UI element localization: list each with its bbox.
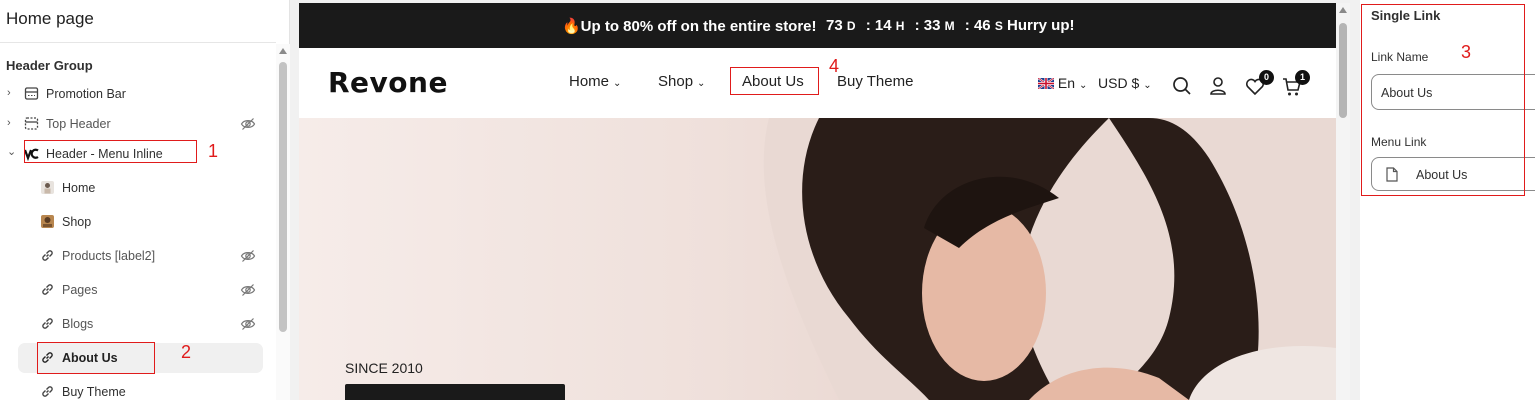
hero-headline-clip <box>345 384 565 400</box>
uk-flag-icon <box>1037 77 1055 90</box>
left-scrollbar[interactable] <box>276 44 290 400</box>
annotation-box-1 <box>24 140 197 163</box>
scroll-up-arrow-icon[interactable] <box>279 48 287 54</box>
tree-item-label: Pages <box>62 283 98 297</box>
countdown-sep: : <box>865 17 875 34</box>
chevron-down-icon: ⌄ <box>1079 80 1088 91</box>
eye-off-icon[interactable] <box>240 248 256 264</box>
link-icon <box>42 318 53 329</box>
wishlist-count-badge: 0 <box>1259 70 1274 85</box>
account-icon[interactable] <box>1209 76 1227 96</box>
cart-count-badge: 1 <box>1295 70 1310 85</box>
annotation-box-2 <box>37 342 155 374</box>
tree-item-pages[interactable]: Pages <box>0 275 276 305</box>
tree-item-shop[interactable]: Shop <box>0 207 276 237</box>
scroll-up-arrow-icon[interactable] <box>1339 7 1347 13</box>
eye-off-icon[interactable] <box>240 316 256 332</box>
language-label: En <box>1057 75 1076 91</box>
tree-item-promotion-bar[interactable]: › Promotion Bar <box>0 79 276 109</box>
currency-label: USD $ <box>1098 75 1140 91</box>
tree-item-home[interactable]: Home <box>0 173 276 203</box>
chevron-right-icon[interactable]: › <box>7 117 19 129</box>
tree-item-label: Shop <box>62 215 92 229</box>
page-title: Home page <box>6 9 94 28</box>
language-selector[interactable]: En ⌄ <box>1037 75 1088 91</box>
tree-item-label: Products [label2] <box>62 249 156 263</box>
hero-since-text: SINCE 2010 <box>345 360 423 376</box>
annotation-box-3 <box>1361 4 1525 196</box>
countdown-hours-unit: H <box>895 19 905 33</box>
countdown-minutes: 33 <box>923 17 941 34</box>
nav-item-shop[interactable]: Shop ⌄ <box>658 73 705 90</box>
countdown-sep: : <box>914 17 924 34</box>
countdown-seconds: 46 <box>973 17 991 34</box>
preview-scrollbar[interactable] <box>1336 3 1350 400</box>
promotion-bar-icon <box>24 87 39 100</box>
nav-label: Home <box>569 73 610 90</box>
chevron-down-icon: ⌄ <box>1143 80 1152 91</box>
annotation-number-4: 4 <box>829 56 840 76</box>
store-logo[interactable]: Revone <box>328 66 448 99</box>
currency-selector[interactable]: USD $ ⌄ <box>1098 75 1152 91</box>
search-icon[interactable] <box>1172 76 1192 96</box>
top-header-icon <box>24 117 39 130</box>
link-icon <box>42 284 53 295</box>
hero-model-image <box>763 118 1336 400</box>
shop-image-icon <box>41 215 54 228</box>
tree-item-label: Blogs <box>62 317 94 331</box>
tree-item-blogs[interactable]: Blogs <box>0 309 276 339</box>
tree-item-label: Promotion Bar <box>46 87 126 101</box>
store-preview-frame: 🔥Up to 80% off on the entire store! 73 D… <box>299 3 1336 400</box>
scrollbar-thumb[interactable] <box>1339 23 1347 118</box>
link-icon <box>42 386 53 397</box>
tree-item-label: Buy Theme <box>62 385 126 399</box>
tree-item-label: Home <box>62 181 96 195</box>
preview-area: 🔥Up to 80% off on the entire store! 73 D… <box>290 0 1360 400</box>
nav-item-home[interactable]: Home ⌄ <box>569 73 621 90</box>
header-group-title: Header Group <box>6 58 93 73</box>
hero-banner: SINCE 2010 <box>299 118 1336 400</box>
annotation-number-1: 1 <box>208 141 219 161</box>
annotation-number-3: 3 <box>1461 42 1472 62</box>
eye-off-icon[interactable] <box>240 116 256 132</box>
promo-hurry-text: Hurry up! <box>1007 17 1075 34</box>
eye-off-icon[interactable] <box>240 282 256 298</box>
countdown-days-unit: D <box>846 19 856 33</box>
tree-item-label: Top Header <box>46 117 111 131</box>
countdown-days: 73 <box>826 17 843 34</box>
annotation-number-2: 2 <box>181 342 192 362</box>
chevron-down-icon: ⌄ <box>697 78 706 89</box>
home-image-icon <box>41 181 54 194</box>
scrollbar-thumb[interactable] <box>279 62 287 332</box>
chevron-right-icon[interactable]: › <box>7 87 19 99</box>
tree-item-top-header[interactable]: › Top Header <box>0 109 276 139</box>
promo-text: 🔥Up to 80% off on the entire store! <box>562 18 817 35</box>
left-sidebar: Home page Header Group › Promotion Bar ›… <box>0 0 290 400</box>
countdown-hours: 14 <box>874 17 892 34</box>
link-icon <box>42 250 53 261</box>
nav-label: Shop <box>658 73 694 90</box>
promotion-bar: 🔥Up to 80% off on the entire store! 73 D… <box>299 3 1336 48</box>
tree-item-products[interactable]: Products [label2] <box>0 241 276 271</box>
chevron-down-icon[interactable]: ⌄ <box>7 146 19 158</box>
tree-item-buy-theme[interactable]: Buy Theme <box>0 377 276 407</box>
chevron-down-icon: ⌄ <box>613 78 622 89</box>
nav-item-buy-theme[interactable]: Buy Theme <box>837 73 913 90</box>
countdown-sep: : <box>964 17 974 34</box>
countdown-seconds-unit: S <box>994 19 1003 33</box>
countdown-timer: 73 D : 14 H : 33 M : 46 S <box>826 17 1009 34</box>
annotation-box-4 <box>730 67 819 95</box>
divider <box>0 42 276 43</box>
countdown-minutes-unit: M <box>944 19 955 33</box>
